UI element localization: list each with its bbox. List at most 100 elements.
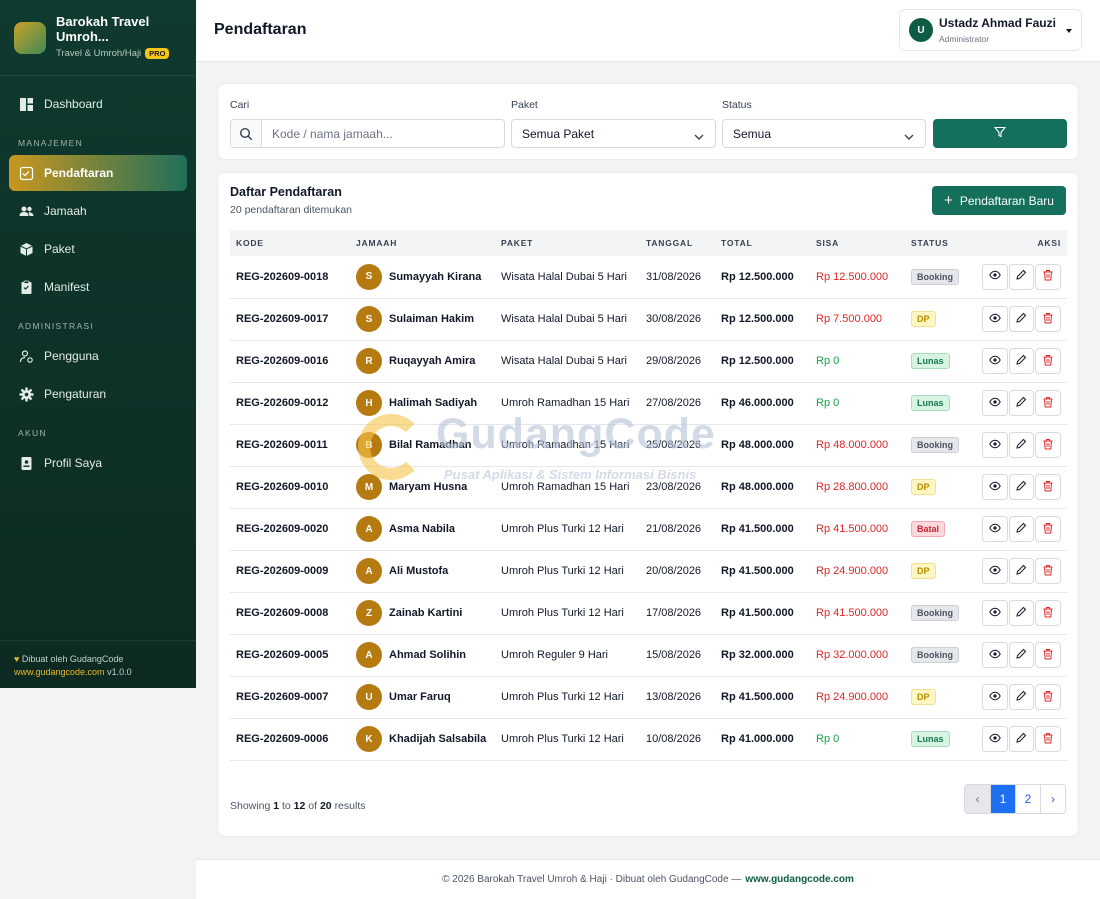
pagination-prev[interactable]: ‹ — [965, 785, 990, 813]
sidebar-item-jamaah[interactable]: Jamaah — [9, 193, 187, 229]
column-header-sisa[interactable]: SISA — [810, 230, 905, 256]
pagination-page-1[interactable]: 1 — [990, 785, 1015, 813]
avatar: R — [356, 348, 382, 374]
eye-icon — [989, 690, 1001, 705]
column-header-total[interactable]: TOTAL — [715, 230, 810, 256]
table-row[interactable]: REG-202609-0007 U Umar Faruq Umroh Plus Tur… — [230, 676, 1067, 719]
delete-button[interactable] — [1035, 432, 1061, 458]
status-badge: Booking — [911, 647, 959, 663]
paket-select[interactable]: Semua Paket — [511, 119, 716, 148]
new-registration-button[interactable]: + Pendaftaran Baru — [932, 186, 1066, 215]
table-row[interactable]: REG-202609-0018 S Sumayyah Kirana Wisata Ha… — [230, 256, 1067, 299]
sidebar-footer-credit: ♥ Dibuat oleh GudangCode — [14, 653, 182, 666]
sidebar-item-dashboard[interactable]: Dashboard — [9, 86, 187, 122]
eye-icon — [989, 564, 1001, 579]
status-badge: Batal — [911, 521, 946, 537]
column-header-tanggal[interactable]: TANGGAL — [640, 230, 715, 256]
table-row[interactable]: REG-202609-0006 K Khadijah Salsabila Umroh … — [230, 718, 1067, 761]
cell-tanggal: 23/08/2026 — [640, 466, 715, 509]
view-button[interactable] — [981, 306, 1008, 332]
table-row[interactable]: REG-202609-0011 B Bilal Ramadhan Umroh Rama… — [230, 424, 1067, 467]
edit-button[interactable] — [1008, 390, 1035, 416]
sidebar-item-pendaftaran[interactable]: Pendaftaran — [9, 155, 187, 191]
edit-button[interactable] — [1008, 306, 1035, 332]
delete-button[interactable] — [1035, 390, 1061, 416]
plus-icon: + — [944, 191, 953, 209]
cell-total: Rp 48.000.000 — [715, 424, 810, 467]
column-header-status[interactable]: STATUS — [905, 230, 975, 256]
delete-button[interactable] — [1035, 306, 1061, 332]
view-button[interactable] — [981, 516, 1008, 542]
view-button[interactable] — [981, 390, 1008, 416]
table-row[interactable]: REG-202609-0017 S Sulaiman Hakim Wisata Hal… — [230, 298, 1067, 341]
cell-status: DP — [905, 298, 975, 341]
delete-button[interactable] — [1035, 558, 1061, 584]
brand[interactable]: Barokah Travel Umroh... Travel & Umroh/H… — [0, 0, 196, 76]
view-button[interactable] — [981, 600, 1008, 626]
view-button[interactable] — [981, 684, 1008, 710]
delete-button[interactable] — [1035, 474, 1061, 500]
edit-button[interactable] — [1008, 474, 1035, 500]
delete-button[interactable] — [1035, 348, 1061, 374]
cell-jamaah: B Bilal Ramadhan — [350, 424, 495, 467]
table-row[interactable]: REG-202609-0020 A Asma Nabila Umroh Plus Tu… — [230, 508, 1067, 551]
edit-button[interactable] — [1008, 726, 1035, 752]
table-row[interactable]: REG-202609-0005 A Ahmad Solihin Umroh Regul… — [230, 634, 1067, 677]
sidebar-item-label: Manifest — [44, 280, 90, 294]
edit-button[interactable] — [1008, 558, 1035, 584]
cell-status: DP — [905, 676, 975, 719]
table-row[interactable]: REG-202609-0016 R Ruqayyah Amira Wisata Hal… — [230, 340, 1067, 383]
user-avatar: U — [909, 18, 933, 42]
footer-link[interactable]: www.gudangcode.com — [745, 874, 854, 885]
column-header-jamaah[interactable]: JAMAAH — [350, 230, 495, 256]
view-button[interactable] — [981, 726, 1008, 752]
cell-kode: REG-202609-0005 — [230, 634, 350, 677]
view-button[interactable] — [981, 348, 1008, 374]
topbar: Pendaftaran U Ustadz Ahmad Fauzi Adminis… — [196, 0, 1100, 62]
table-row[interactable]: REG-202609-0012 H Halimah Sadiyah Umroh Ram… — [230, 382, 1067, 425]
filter-button[interactable] — [933, 119, 1067, 148]
delete-button[interactable] — [1035, 684, 1061, 710]
sidebar-item-profil[interactable]: Profil Saya — [9, 445, 187, 481]
sidebar-item-pengguna[interactable]: Pengguna — [9, 338, 187, 374]
search-input[interactable]: Kode / nama jamaah... — [262, 127, 393, 141]
table-body: REG-202609-0018 S Sumayyah Kirana Wisata Ha… — [230, 256, 1067, 761]
edit-button[interactable] — [1008, 348, 1035, 374]
pencil-icon — [1015, 522, 1027, 537]
pencil-icon — [1015, 480, 1027, 495]
pagination-page-2[interactable]: 2 — [1015, 785, 1040, 813]
sidebar-item-pengaturan[interactable]: Pengaturan — [9, 376, 187, 412]
delete-button[interactable] — [1035, 642, 1061, 668]
view-button[interactable] — [981, 558, 1008, 584]
edit-button[interactable] — [1008, 600, 1035, 626]
cell-sisa: Rp 12.500.000 — [810, 256, 905, 299]
edit-button[interactable] — [1008, 263, 1035, 290]
sidebar-footer-link[interactable]: www.gudangcode.com — [14, 667, 105, 677]
delete-button[interactable] — [1035, 600, 1061, 626]
table-row[interactable]: REG-202609-0008 Z Zainab Kartini Umroh Plus… — [230, 592, 1067, 635]
delete-button[interactable] — [1035, 726, 1061, 752]
edit-button[interactable] — [1008, 642, 1035, 668]
sidebar-item-label: Pengaturan — [44, 387, 107, 401]
view-button[interactable] — [981, 263, 1008, 290]
table-row[interactable]: REG-202609-0009 A Ali Mustofa Umroh Plus Tu… — [230, 550, 1067, 593]
sidebar-item-paket[interactable]: Paket — [9, 231, 187, 267]
view-button[interactable] — [981, 474, 1008, 500]
pagination-next[interactable]: › — [1040, 785, 1065, 813]
user-menu[interactable]: U Ustadz Ahmad Fauzi Administrator — [899, 9, 1082, 51]
column-header-paket[interactable]: PAKET — [495, 230, 640, 256]
edit-button[interactable] — [1008, 432, 1035, 458]
view-button[interactable] — [981, 432, 1008, 458]
sidebar-item-manifest[interactable]: Manifest — [9, 269, 187, 305]
cell-kode: REG-202609-0018 — [230, 256, 350, 299]
search-field[interactable]: Kode / nama jamaah... — [230, 119, 505, 148]
edit-button[interactable] — [1008, 684, 1035, 710]
table-row[interactable]: REG-202609-0010 M Maryam Husna Umroh Ramadh… — [230, 466, 1067, 509]
delete-button[interactable] — [1035, 263, 1061, 290]
column-header-kode[interactable]: KODE — [230, 230, 350, 256]
made-by-text: Dibuat oleh GudangCode — [21, 654, 124, 664]
delete-button[interactable] — [1035, 516, 1061, 542]
view-button[interactable] — [981, 642, 1008, 668]
edit-button[interactable] — [1008, 516, 1035, 542]
status-select[interactable]: Semua — [722, 119, 926, 148]
